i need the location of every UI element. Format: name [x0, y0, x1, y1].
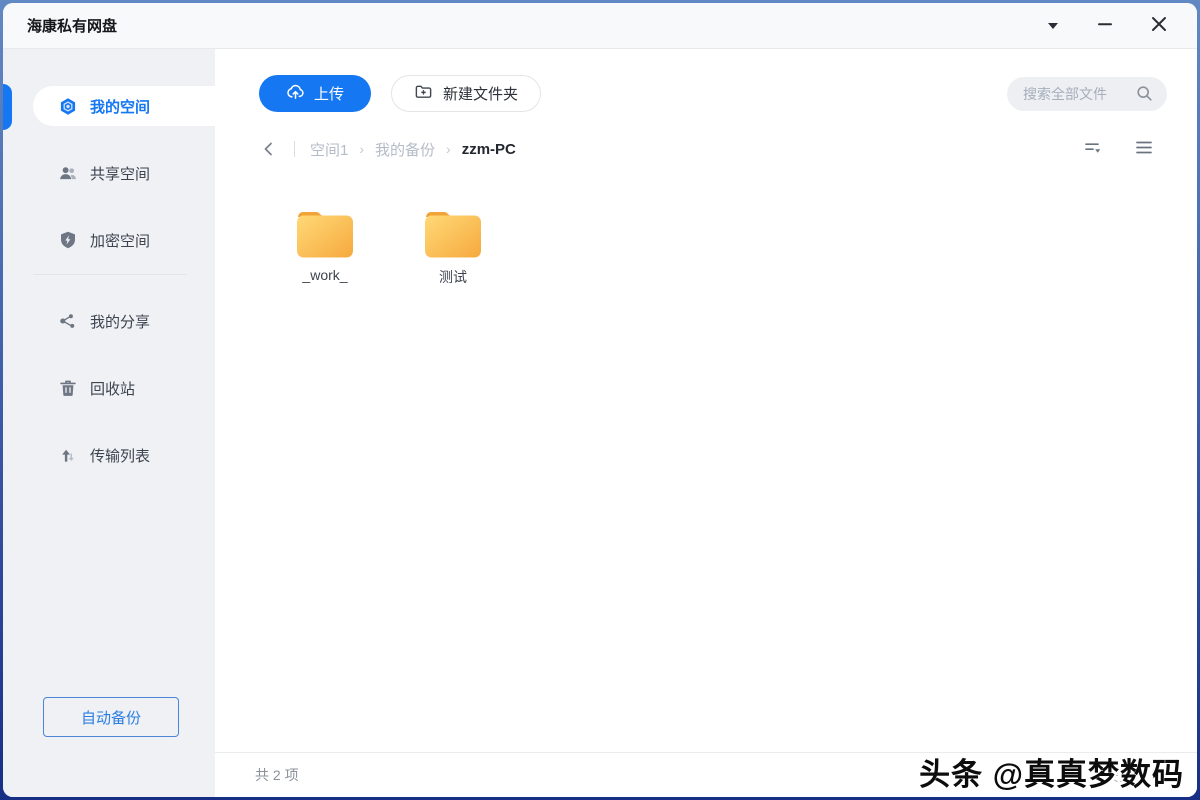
- folder-plus-icon: [414, 82, 433, 105]
- search-input[interactable]: [1023, 86, 1136, 102]
- breadcrumb-item[interactable]: 空间1: [310, 139, 348, 160]
- sidebar-item-recycle-bin[interactable]: 回收站: [33, 368, 215, 408]
- content-panel: 上传 新建文件夹: [215, 49, 1197, 797]
- sidebar-nav: 我的空间 共享空间 加密空间 我的分享 回收站 传输列表 自动备份: [3, 49, 215, 797]
- folder-icon: [420, 203, 486, 263]
- sidebar-item-label: 回收站: [90, 378, 135, 399]
- security-lock-label: 安全锁: [1106, 766, 1145, 785]
- chevron-right-icon: ›: [359, 141, 364, 157]
- shield-icon: [59, 231, 77, 249]
- breadcrumb-row: 空间1 › 我的备份 › zzm-PC: [259, 134, 1167, 164]
- sidebar-item-label: 共享空间: [90, 163, 150, 184]
- sidebar-item-my-space[interactable]: 我的空间: [33, 86, 215, 126]
- sort-icon: [1084, 140, 1103, 159]
- active-item-indicator: [3, 84, 12, 130]
- upload-button[interactable]: 上传: [259, 75, 371, 112]
- sidebar-item-encrypted-space[interactable]: 加密空间: [33, 220, 215, 260]
- people-icon: [59, 164, 77, 182]
- window-controls: [1045, 14, 1197, 37]
- transfer-icon: [59, 446, 77, 464]
- chevron-right-icon: ›: [446, 141, 451, 157]
- toolbar: 上传 新建文件夹: [215, 49, 1197, 112]
- sidebar-item-label: 我的分享: [90, 311, 150, 332]
- sidebar-items: 我的空间 共享空间 加密空间 我的分享 回收站 传输列表: [3, 86, 215, 475]
- breadcrumb: 空间1 › 我的备份 › zzm-PC: [310, 139, 516, 160]
- sidebar-item-label: 加密空间: [90, 230, 150, 251]
- folder-name: 测试: [439, 267, 467, 287]
- sidebar-item-my-shares[interactable]: 我的分享: [33, 301, 215, 341]
- app-window: 海康私有网盘 我的空间: [3, 3, 1197, 797]
- statusbar: 共 2 项 安全锁: [215, 752, 1197, 797]
- back-button[interactable]: [259, 139, 279, 159]
- list-view-icon: [1135, 140, 1153, 158]
- sidebar-item-label: 我的空间: [90, 96, 150, 117]
- sidebar-item-shared-space[interactable]: 共享空间: [33, 153, 215, 193]
- close-icon: [1151, 16, 1167, 35]
- auto-backup-button[interactable]: 自动备份: [43, 697, 179, 737]
- breadcrumb-item[interactable]: 我的备份: [375, 139, 435, 160]
- folder-icon: [292, 203, 358, 263]
- sort-button[interactable]: [1082, 138, 1105, 161]
- close-button[interactable]: [1149, 14, 1169, 37]
- folder-name: _work_: [302, 267, 347, 283]
- hexagon-space-icon: [59, 97, 77, 115]
- titlebar: 海康私有网盘: [3, 3, 1197, 49]
- new-folder-button-label: 新建文件夹: [443, 83, 518, 104]
- sidebar-item-label: 传输列表: [90, 445, 150, 466]
- share-icon: [59, 312, 77, 330]
- cloud-upload-icon: [286, 82, 305, 105]
- folder-item[interactable]: _work_: [261, 190, 389, 287]
- app-title: 海康私有网盘: [3, 15, 117, 36]
- breadcrumb-divider: [294, 141, 295, 157]
- view-controls: [1082, 138, 1167, 161]
- window-menu-button[interactable]: [1045, 16, 1061, 35]
- search-icon[interactable]: [1136, 85, 1153, 102]
- main-area: 我的空间 共享空间 加密空间 我的分享 回收站 传输列表 自动备份: [3, 49, 1197, 797]
- minimize-button[interactable]: [1095, 14, 1115, 37]
- upload-button-label: 上传: [314, 83, 344, 104]
- breadcrumb-item: zzm-PC: [462, 141, 516, 158]
- sidebar-divider: [33, 274, 187, 275]
- file-grid: _work_ 测试: [215, 164, 1197, 752]
- caret-down-icon: [1047, 18, 1059, 33]
- folder-item[interactable]: 测试: [389, 190, 517, 287]
- search-box: [1007, 77, 1167, 111]
- list-view-button[interactable]: [1133, 138, 1155, 160]
- new-folder-button[interactable]: 新建文件夹: [391, 75, 541, 112]
- minimize-icon: [1097, 16, 1113, 35]
- sidebar-item-transfer-list[interactable]: 传输列表: [33, 435, 215, 475]
- item-count-label: 共 2 项: [255, 765, 299, 785]
- trash-icon: [59, 379, 77, 397]
